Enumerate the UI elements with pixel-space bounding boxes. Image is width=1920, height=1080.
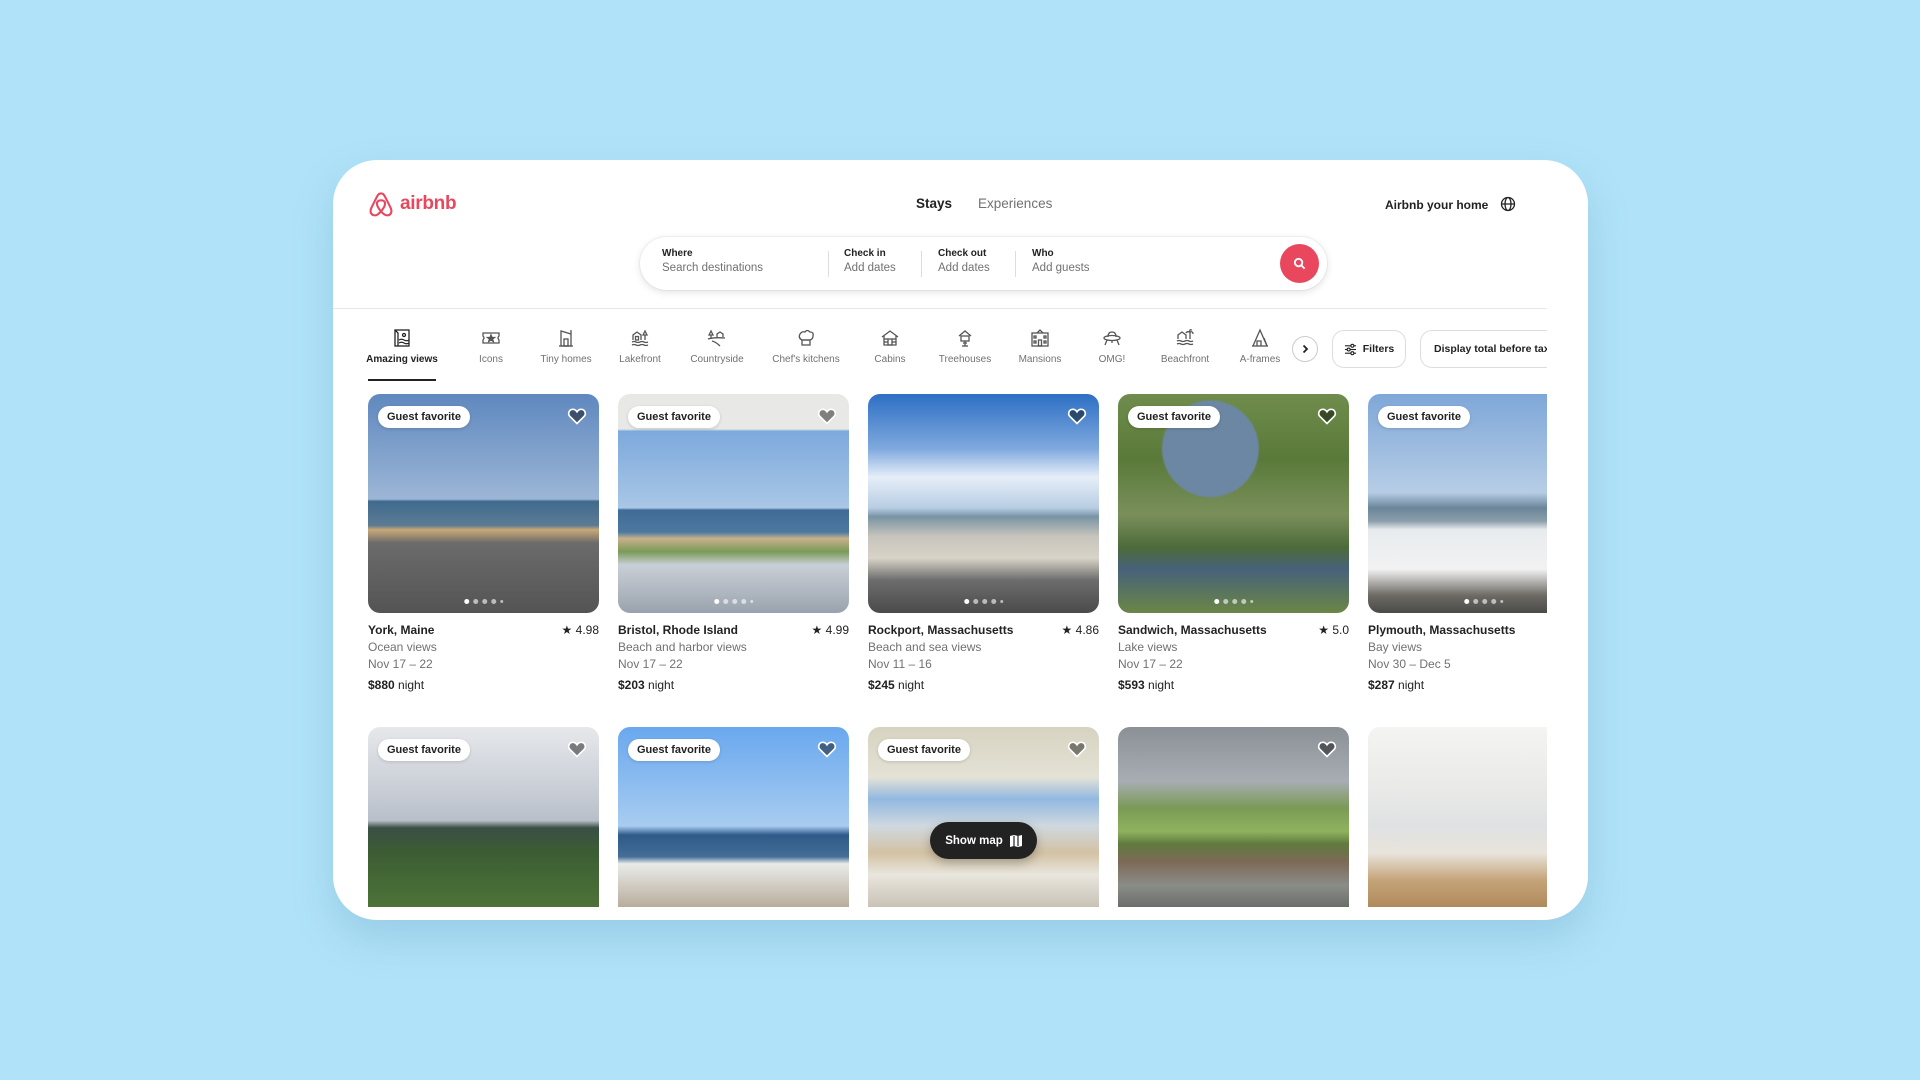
listing-dates: Nov 30 – Dec 5 [1368,657,1451,671]
listing-card[interactable]: Guest favorite [368,727,599,907]
show-map-button[interactable]: Show map [930,822,1037,859]
listing-photo[interactable]: Guest favorite [618,394,849,613]
photo-carousel-dots[interactable] [1213,599,1254,604]
listing-title: Sandwich, Massachusetts [1118,623,1267,637]
listing-title: York, Maine [368,623,435,637]
display-total-toggle[interactable]: Display total before taxes [1420,330,1547,368]
listing-card[interactable]: Guest favorite [868,727,1099,907]
guest-favorite-badge: Guest favorite [378,406,470,428]
guest-favorite-badge: Guest favorite [628,739,720,761]
guest-favorite-badge: Guest favorite [378,739,470,761]
listing-subtitle: Lake views [1118,640,1178,654]
listing-subtitle: Beach and sea views [868,640,982,654]
listing-photo[interactable]: Guest favorite [1368,394,1547,613]
listing-dates: Nov 17 – 22 [1118,657,1183,671]
listing-subtitle: Ocean views [368,640,437,654]
guest-favorite-badge: Guest favorite [878,739,970,761]
listing-photo[interactable]: Guest favorite [368,394,599,613]
photo-carousel-dots[interactable] [713,599,754,604]
listing-dates: Nov 17 – 22 [618,657,683,671]
heart-icon[interactable] [1067,406,1087,426]
photo-carousel-dots[interactable] [463,599,504,604]
guest-favorite-badge: Guest favorite [1378,406,1470,428]
listing-dates: Nov 17 – 22 [368,657,433,671]
heart-icon[interactable] [817,739,837,759]
guest-favorite-badge: Guest favorite [1128,406,1220,428]
listing-title: Plymouth, Massachusetts [1368,623,1516,637]
listing-card[interactable] [1118,727,1349,907]
listing-dates: Nov 11 – 16 [868,657,932,671]
listing-rating: ★ 4.86 [1061,623,1099,637]
content-viewport: Display total before taxes Guest favorit… [333,160,1547,920]
listing-photo[interactable] [1368,727,1547,907]
listing-title: Rockport, Massachusetts [868,623,1014,637]
browser-window: airbnb Stays Experiences Airbnb your hom… [333,160,1588,920]
listing-card[interactable]: Guest favorite Sandwich, Massachusetts ★ … [1118,394,1349,694]
listing-rating: ★ 4.99 [811,623,849,637]
listing-price: $593 night [1118,678,1175,692]
listing-photo[interactable]: Guest favorite [618,727,849,907]
heart-icon[interactable] [567,739,587,759]
listing-photo[interactable]: Guest favorite [1118,394,1349,613]
listing-photo[interactable] [868,394,1099,613]
listing-card[interactable]: Guest favorite Plymouth, Massachusetts B… [1368,394,1547,694]
photo-carousel-dots[interactable] [1463,599,1504,604]
listing-price: $880 night [368,678,425,692]
photo-carousel-dots[interactable] [963,599,1004,604]
map-icon [1009,834,1022,847]
listing-card[interactable]: Rockport, Massachusetts ★ 4.86 Beach and … [868,394,1099,694]
listing-title: Bristol, Rhode Island [618,623,739,637]
heart-icon[interactable] [1317,406,1337,426]
heart-icon[interactable] [817,406,837,426]
listing-card[interactable]: Guest favorite York, Maine ★ 4.98 Ocean v… [368,394,599,694]
listing-photo[interactable]: Guest favorite [368,727,599,907]
listing-card[interactable]: Guest favorite Bristol, Rhode Island ★ 4.… [618,394,849,694]
listing-photo[interactable] [1118,727,1349,907]
listing-photo[interactable]: Guest favorite [868,727,1099,907]
listing-card[interactable] [1368,727,1547,907]
listing-price: $287 night [1368,678,1425,692]
heart-icon[interactable] [1317,739,1337,759]
heart-icon[interactable] [1067,739,1087,759]
listing-card[interactable]: Guest favorite [618,727,849,907]
listing-subtitle: Beach and harbor views [618,640,747,654]
listing-price: $203 night [618,678,675,692]
listing-rating: ★ 5.0 [1318,623,1349,637]
show-map-label: Show map [945,834,1003,847]
listing-subtitle: Bay views [1368,640,1423,654]
heart-icon[interactable] [567,406,587,426]
listing-price: $245 night [868,678,925,692]
listing-rating: ★ 4.98 [561,623,599,637]
guest-favorite-badge: Guest favorite [628,406,720,428]
